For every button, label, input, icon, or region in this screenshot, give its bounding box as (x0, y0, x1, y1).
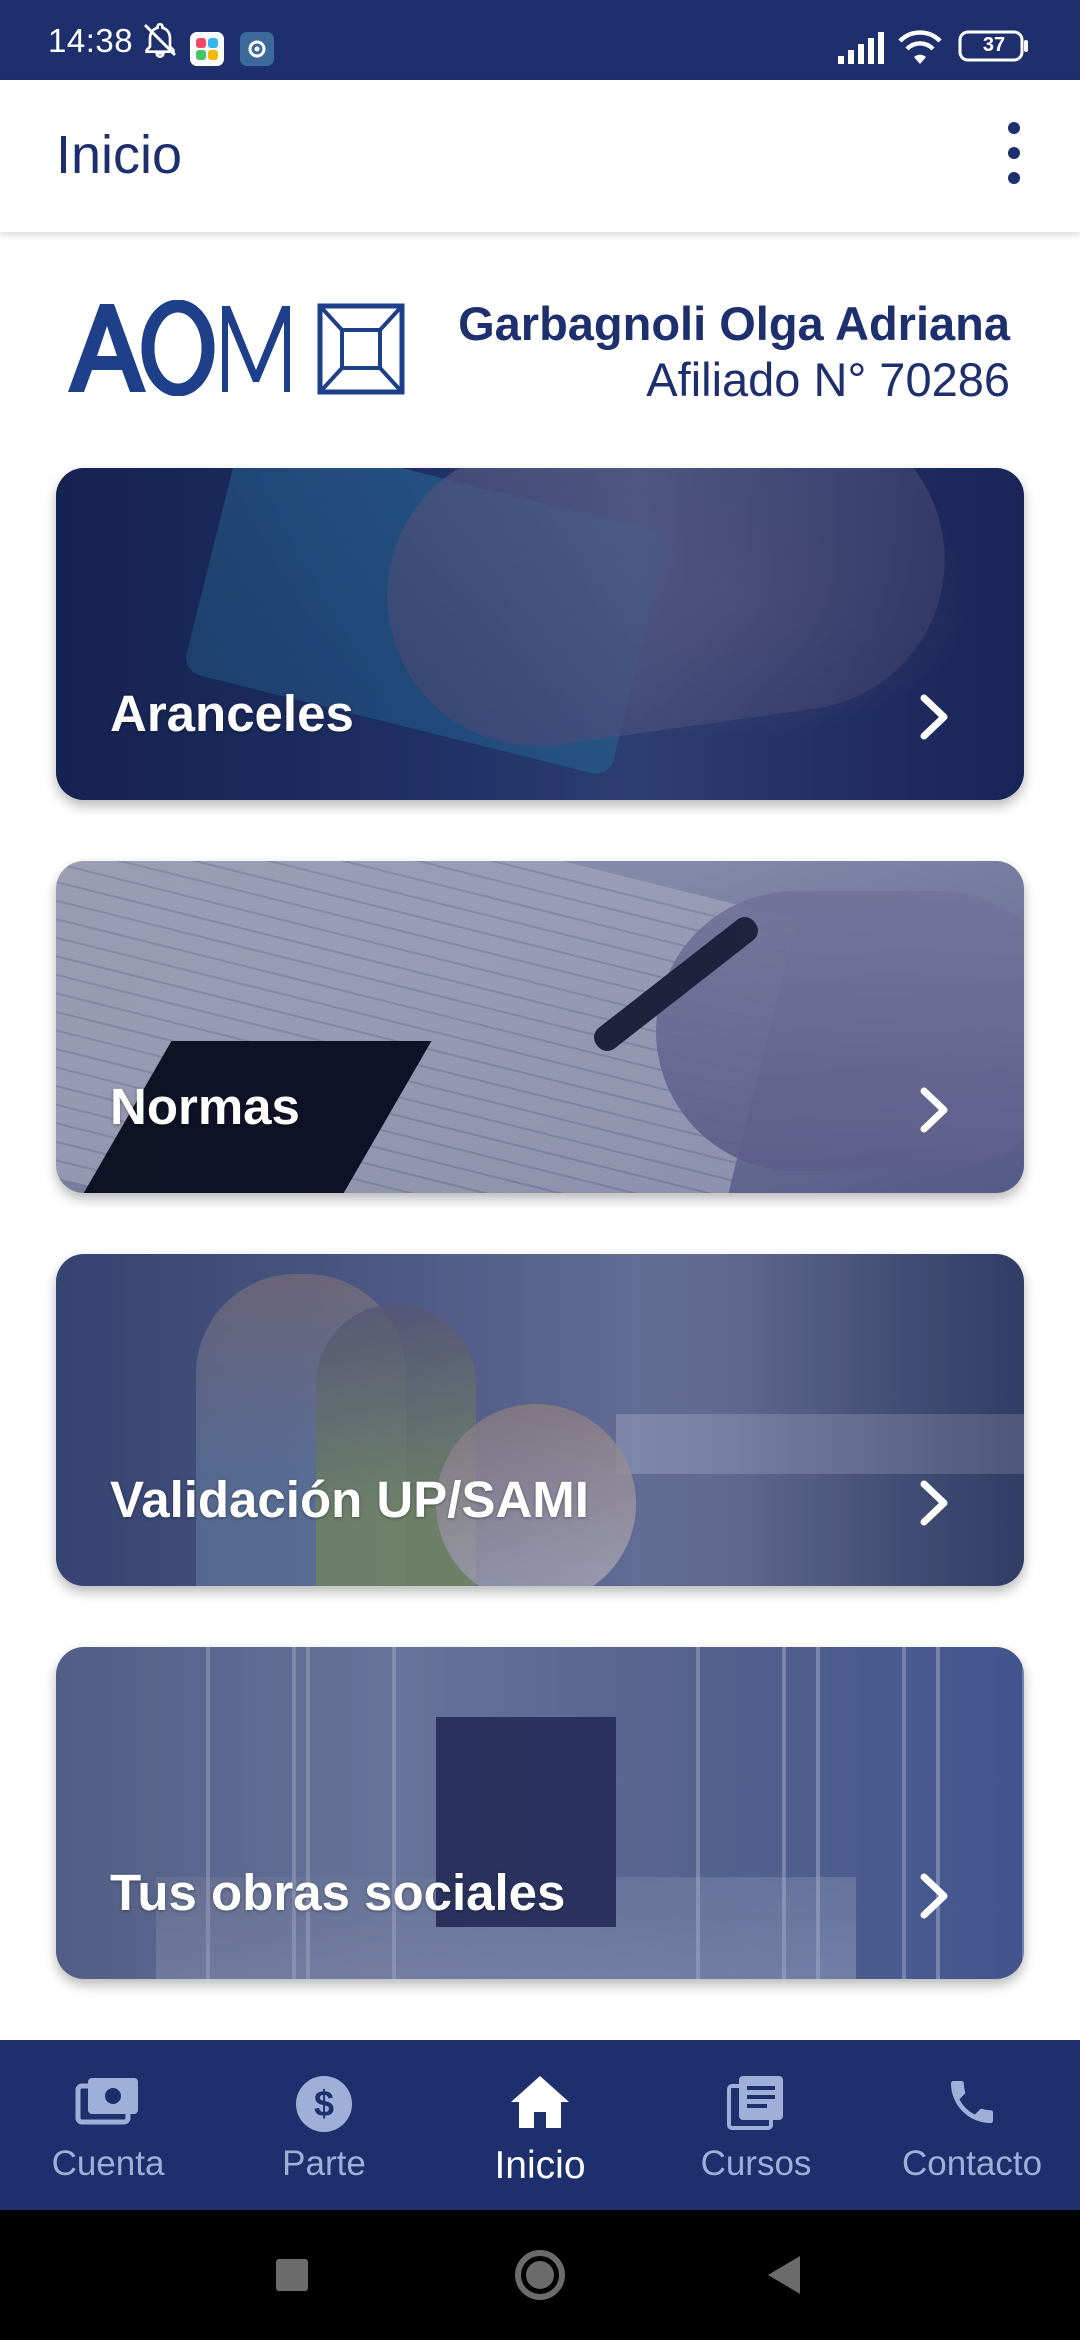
member-number: Afiliado N° 70286 (646, 353, 1010, 406)
home-icon (511, 2076, 569, 2128)
wifi-icon (898, 30, 942, 64)
nav-label: Cursos (700, 2144, 812, 2183)
app-icon (190, 32, 224, 66)
nav-label: Cuenta (51, 2144, 165, 2183)
chevron-right-icon (920, 1480, 948, 1526)
nav-item-contacto[interactable]: Contacto (864, 2040, 1080, 2210)
card-background-image (56, 1254, 1024, 1586)
chevron-right-icon (920, 1873, 948, 1919)
chevron-right-icon (920, 694, 948, 740)
system-nav-bar (0, 2210, 1080, 2340)
more-vert-icon[interactable] (996, 118, 1032, 188)
svg-text:$: $ (314, 2083, 334, 2124)
card-normas[interactable]: Normas (56, 861, 1024, 1193)
card-background-image (56, 468, 1024, 800)
library-icon (727, 2076, 783, 2130)
card-background-image (56, 1647, 1024, 1979)
card-label: Validación UP/SAMI (110, 1471, 589, 1528)
status-bar: 14:38 37 (0, 0, 1080, 80)
user-name: Garbagnoli Olga Adriana (458, 297, 1010, 350)
settings-app-icon (240, 32, 274, 66)
wallet-icon (75, 2078, 138, 2125)
card-obras-sociales[interactable]: Tus obras sociales (56, 1647, 1024, 1979)
card-label: Aranceles (110, 685, 354, 742)
nav-item-cursos[interactable]: Cursos (648, 2040, 864, 2210)
nav-item-cuenta[interactable]: Cuenta (0, 2040, 216, 2210)
phone-icon (951, 2081, 993, 2123)
card-aranceles[interactable]: Aranceles (56, 468, 1024, 800)
dollar-icon: $ (296, 2076, 352, 2132)
home-button[interactable] (470, 2210, 610, 2340)
nav-item-inicio[interactable]: Inicio (432, 2040, 648, 2210)
card-label: Normas (110, 1078, 300, 1135)
nav-label: Contacto (901, 2144, 1043, 2183)
nav-label: Inicio (494, 2144, 586, 2187)
chevron-right-icon (920, 1087, 948, 1133)
back-button[interactable] (716, 2210, 856, 2340)
recents-button[interactable] (222, 2210, 362, 2340)
battery-level: 37 (982, 34, 1006, 56)
nav-item-parte[interactable]: $ Parte (216, 2040, 432, 2210)
card-validacion[interactable]: Validación UP/SAMI (56, 1254, 1024, 1586)
nav-label: Parte (282, 2144, 366, 2183)
app-bar: Inicio (0, 80, 1080, 232)
status-time: 14:38 (48, 22, 134, 59)
bell-off-icon (143, 22, 177, 59)
card-label: Tus obras sociales (110, 1864, 566, 1921)
bottom-nav: Cuenta $ Parte Inicio Cursos Contacto (0, 2040, 1080, 2210)
signal-icon (838, 32, 884, 64)
card-background-image (56, 861, 1024, 1193)
aom-logo (68, 300, 405, 396)
page-title: Inicio (56, 125, 183, 185)
